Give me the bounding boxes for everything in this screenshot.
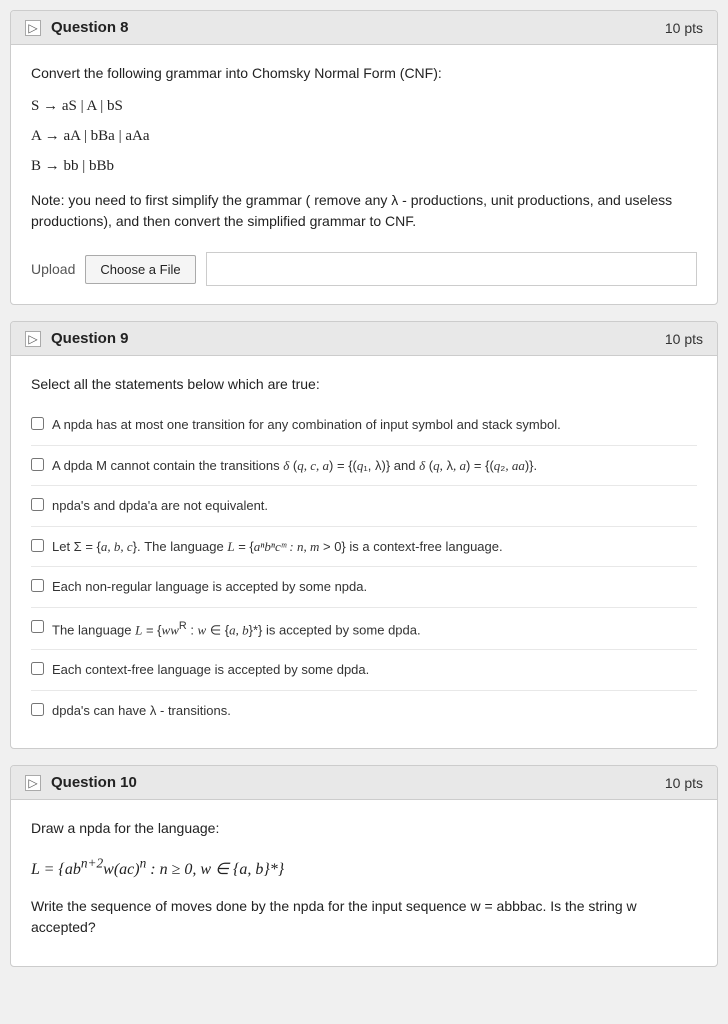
q8-upload-label: Upload (31, 261, 75, 277)
q8-upload-row: Upload Choose a File (31, 252, 697, 286)
q10-language: L = {abn+2w(ac)n : n ≥ 0, w ∈ {a, b}*} (31, 851, 697, 884)
question-8-body: Convert the following grammar into Choms… (11, 45, 717, 304)
question-10-body: Draw a npda for the language: L = {abn+2… (11, 800, 717, 966)
q8-grammar-line-2: A → aA | bBa | aAa (31, 124, 697, 148)
q9-option-8-text: dpda's can have λ - transitions. (52, 701, 231, 721)
q9-option-5-text: Each non-regular language is accepted by… (52, 577, 367, 597)
list-item: npda's and dpda'a are not equivalent. (31, 486, 697, 527)
list-item: dpda's can have λ - transitions. (31, 691, 697, 731)
q9-option-7-text: Each context-free language is accepted b… (52, 660, 369, 680)
q8-intro: Convert the following grammar into Choms… (31, 63, 697, 84)
file-input-area[interactable] (206, 252, 697, 286)
question-9-title: Question 9 (51, 330, 129, 347)
list-item: A dpda M cannot contain the transitions … (31, 446, 697, 487)
q8-grammar-line-3: B → bb | bBb (31, 154, 697, 178)
q9-option-8-checkbox[interactable] (31, 703, 44, 716)
question-10-block: ▷ Question 10 10 pts Draw a npda for the… (10, 765, 718, 967)
page: ▷ Question 8 10 pts Convert the followin… (0, 0, 728, 977)
q9-option-6-text: The language L = {wwR : w ∈ {a, b}*} is … (52, 618, 421, 640)
q9-option-7-checkbox[interactable] (31, 662, 44, 675)
q9-intro: Select all the statements below which ar… (31, 374, 697, 395)
question-10-pts: 10 pts (665, 775, 703, 791)
q9-option-3-text: npda's and dpda'a are not equivalent. (52, 496, 268, 516)
list-item: A npda has at most one transition for an… (31, 405, 697, 446)
question-10-title: Question 10 (51, 774, 137, 791)
q9-option-4-text: Let Σ = {a, b, c}. The language L = {aⁿb… (52, 537, 503, 557)
question-9-header-left: ▷ Question 9 (25, 330, 129, 347)
q9-option-2-text: A dpda M cannot contain the transitions … (52, 456, 537, 476)
list-item: The language L = {wwR : w ∈ {a, b}*} is … (31, 608, 697, 651)
q8-grammar-line-1: S → aS | A | bS (31, 94, 697, 118)
collapse-icon-q9[interactable]: ▷ (25, 331, 41, 347)
list-item: Let Σ = {a, b, c}. The language L = {aⁿb… (31, 527, 697, 568)
question-9-pts: 10 pts (665, 331, 703, 347)
q9-option-1-checkbox[interactable] (31, 417, 44, 430)
q9-option-1-text: A npda has at most one transition for an… (52, 415, 561, 435)
collapse-icon-q10[interactable]: ▷ (25, 775, 41, 791)
q9-option-2-checkbox[interactable] (31, 458, 44, 471)
question-10-header-left: ▷ Question 10 (25, 774, 137, 791)
q9-option-5-checkbox[interactable] (31, 579, 44, 592)
q9-option-4-checkbox[interactable] (31, 539, 44, 552)
question-9-block: ▷ Question 9 10 pts Select all the state… (10, 321, 718, 749)
q10-followup: Write the sequence of moves done by the … (31, 896, 697, 938)
question-10-header: ▷ Question 10 10 pts (11, 766, 717, 800)
question-8-header-left: ▷ Question 8 (25, 19, 129, 36)
choose-file-button[interactable]: Choose a File (85, 255, 195, 284)
question-8-pts: 10 pts (665, 20, 703, 36)
q9-option-6-checkbox[interactable] (31, 620, 44, 633)
list-item: Each context-free language is accepted b… (31, 650, 697, 691)
q10-intro: Draw a npda for the language: (31, 818, 697, 839)
q8-note: Note: you need to first simplify the gra… (31, 190, 697, 232)
question-9-header: ▷ Question 9 10 pts (11, 322, 717, 356)
q9-option-3-checkbox[interactable] (31, 498, 44, 511)
list-item: Each non-regular language is accepted by… (31, 567, 697, 608)
q9-checkbox-list: A npda has at most one transition for an… (31, 405, 697, 730)
collapse-icon-q8[interactable]: ▷ (25, 20, 41, 36)
question-8-title: Question 8 (51, 19, 129, 36)
question-9-body: Select all the statements below which ar… (11, 356, 717, 748)
question-8-header: ▷ Question 8 10 pts (11, 11, 717, 45)
question-8-block: ▷ Question 8 10 pts Convert the followin… (10, 10, 718, 305)
